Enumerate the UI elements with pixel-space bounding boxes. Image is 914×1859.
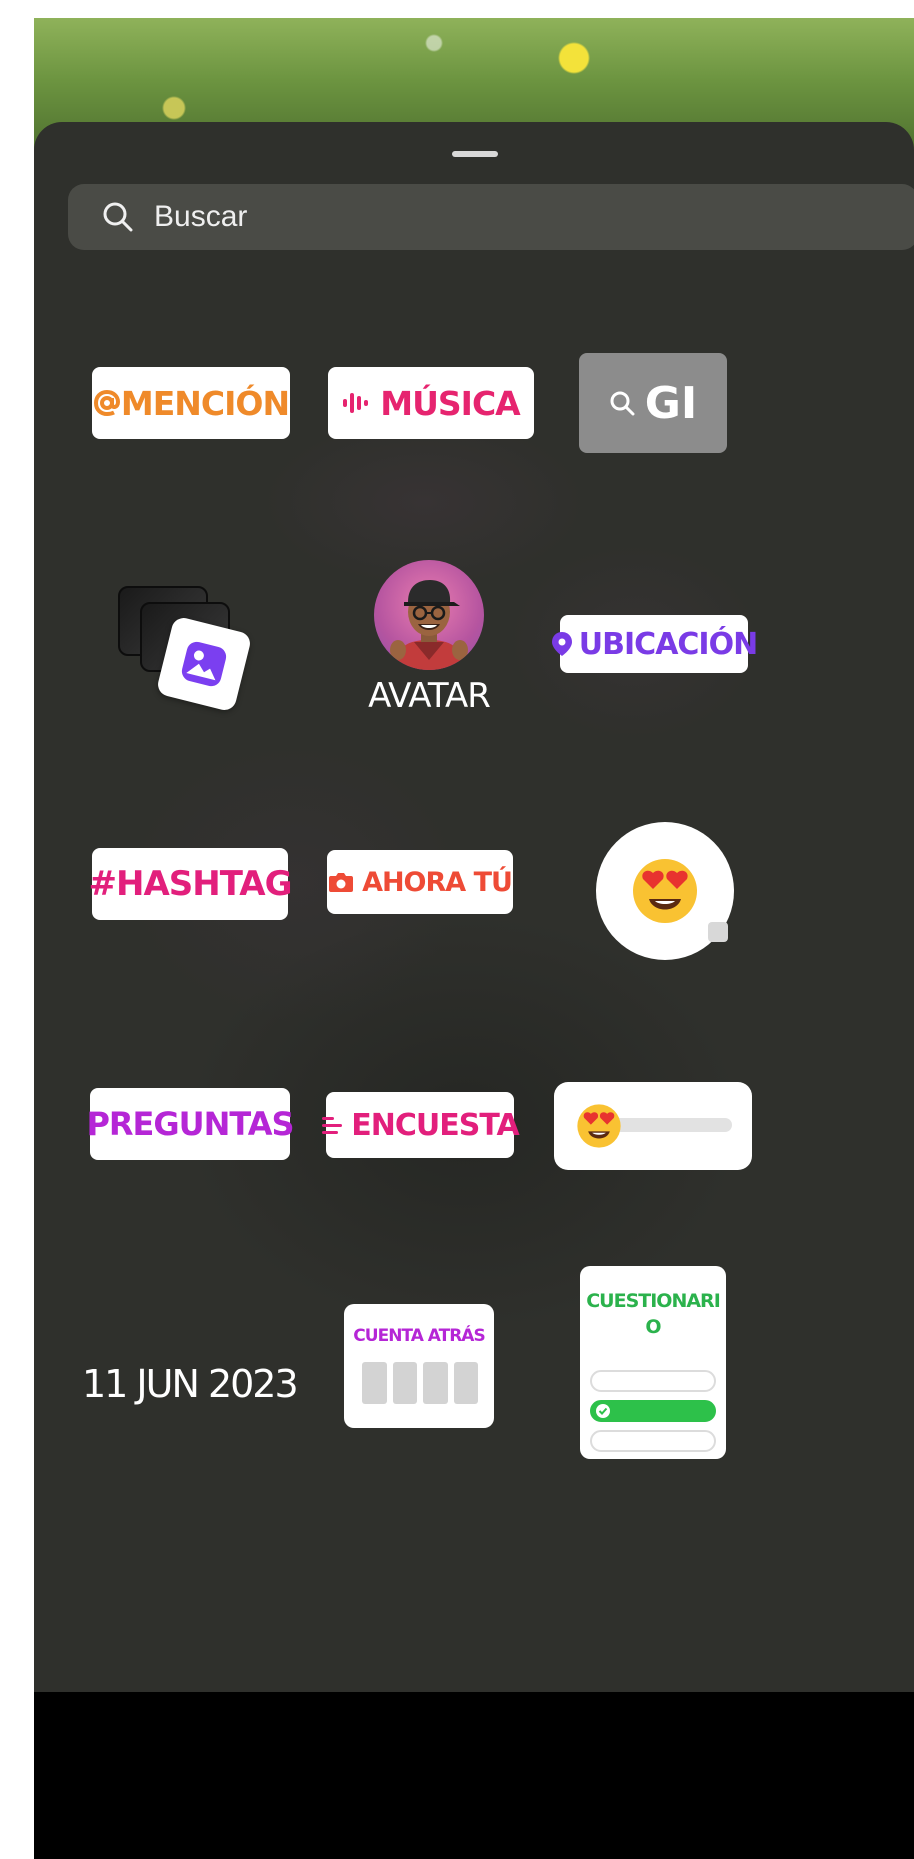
heart-eyes-emoji-icon (633, 859, 697, 923)
drag-handle[interactable] (452, 151, 498, 157)
emoji-reaction-sticker[interactable] (596, 822, 734, 960)
gif-sticker[interactable]: GI (579, 353, 727, 453)
search-icon (103, 202, 133, 232)
audio-bars-icon (343, 393, 369, 413)
heart-eyes-emoji-icon (577, 1104, 621, 1148)
poll-label: ENCUESTA (351, 1107, 519, 1143)
story-screen: MENCIÓN MÚSICA GI (34, 18, 914, 1859)
quiz-option (590, 1370, 716, 1392)
add-yours-sticker[interactable]: AHORA TÚ (327, 850, 513, 914)
hashtag-sticker[interactable]: #HASHTAG (89, 848, 292, 920)
date-sticker[interactable]: 11 JUN 2023 (82, 1362, 299, 1422)
gif-label: GI (644, 377, 698, 429)
avatar-icon (390, 580, 468, 670)
bottom-bar (34, 1692, 914, 1859)
quiz-option (590, 1430, 716, 1452)
questions-label: PREGUNTAS (86, 1105, 294, 1143)
mention-sticker[interactable]: MENCIÓN (92, 367, 290, 439)
camera-icon (329, 873, 354, 892)
emoji-slider-sticker[interactable] (554, 1082, 752, 1170)
sticker-search-bar[interactable] (68, 184, 914, 250)
countdown-label: CUENTA ATRÁS (353, 1326, 485, 1346)
location-pin-icon (551, 632, 572, 656)
check-icon (596, 1404, 610, 1418)
photo-sticker[interactable] (114, 572, 264, 722)
at-icon (93, 390, 120, 417)
quiz-option-correct (590, 1400, 716, 1422)
location-label: UBICACIÓN (578, 626, 758, 662)
mention-label: MENCIÓN (120, 383, 290, 423)
location-sticker[interactable]: UBICACIÓN (551, 615, 758, 673)
questions-sticker[interactable]: PREGUNTAS (86, 1088, 295, 1160)
search-icon (610, 391, 635, 416)
add-yours-label: AHORA TÚ (362, 866, 513, 898)
sticker-tray: MENCIÓN MÚSICA GI (34, 122, 914, 1692)
poll-lines-icon (322, 1117, 343, 1134)
countdown-digits (362, 1362, 478, 1404)
poll-sticker[interactable]: ENCUESTA (322, 1092, 520, 1158)
avatar-label: AVATAR (368, 676, 491, 716)
avatar-sticker[interactable] (374, 560, 484, 670)
search-input[interactable] (154, 200, 834, 234)
music-sticker[interactable]: MÚSICA (328, 367, 534, 439)
countdown-sticker[interactable]: CUENTA ATRÁS (344, 1304, 494, 1428)
quiz-sticker[interactable]: CUESTIONARIO (580, 1266, 726, 1459)
gallery-icon (155, 615, 253, 713)
music-label: MÚSICA (380, 383, 520, 423)
quiz-label: CUESTIONARIO (586, 1290, 721, 1338)
hashtag-label: #HASHTAG (88, 864, 293, 904)
